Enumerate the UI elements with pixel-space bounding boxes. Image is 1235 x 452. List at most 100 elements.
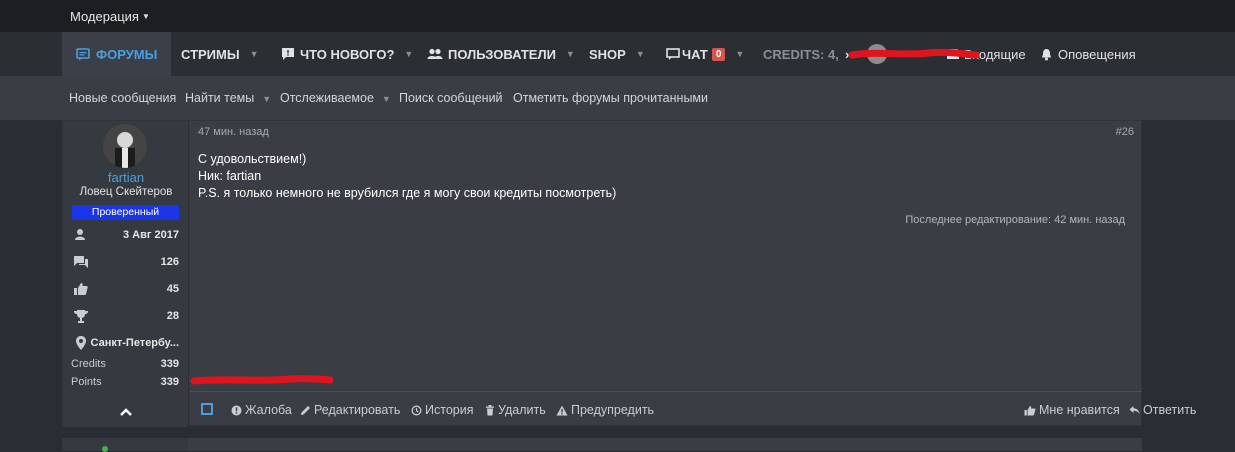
edit-label: Редактировать — [314, 403, 401, 417]
history-icon — [411, 405, 422, 415]
moderation-menu[interactable]: Модерация ▼ — [70, 9, 150, 24]
chevron-down-icon[interactable]: ▼ — [262, 94, 271, 104]
warn-label: Предупредить — [571, 403, 655, 417]
comments-icon — [76, 47, 90, 60]
tab-users-label: ПОЛЬЗОВАТЕЛИ — [448, 46, 556, 62]
tab-forums[interactable]: ФОРУМЫ — [62, 32, 172, 76]
post-time[interactable]: 47 мин. назад — [198, 126, 269, 138]
tab-whats-new-label: ЧТО НОВОГО? — [300, 46, 395, 62]
mark-forums-read-link[interactable]: Отметить форумы прочитанными — [513, 91, 708, 105]
tab-chat-label: ЧАТ — [682, 46, 708, 62]
users-icon — [427, 48, 443, 59]
like-button[interactable]: Мне нравится — [1024, 403, 1120, 417]
post-actions: Жалоба Редактировать История Удалить Пре… — [190, 391, 1196, 427]
tab-credits-label: CREDITS: 4, — [763, 46, 839, 62]
post-message: С удовольствием!) Ник: fartian P.S. я то… — [198, 151, 616, 202]
reply-label: Ответить — [1143, 403, 1197, 417]
delete-button[interactable]: Удалить — [485, 403, 546, 417]
chevron-down-icon[interactable]: ▼ — [382, 94, 391, 104]
points-row: Points 339 — [71, 376, 179, 388]
pencil-icon — [301, 405, 310, 415]
chevron-down-icon[interactable]: ▼ — [250, 49, 259, 59]
edit-button[interactable]: Редактировать — [300, 403, 400, 417]
stat-joined: 3 Авг 2017 — [63, 227, 189, 245]
chevron-up-icon — [120, 408, 132, 416]
bell-icon — [1042, 48, 1051, 60]
report-button[interactable]: Жалоба — [231, 403, 292, 417]
alerts-label: Оповещения — [1058, 46, 1136, 62]
post-user-info: fartian Ловец Скейтеров Проверенный 3 Ав… — [63, 121, 189, 427]
tab-forums-label: ФОРУМЫ — [96, 46, 158, 62]
tab-streams-label: СТРИМЫ — [181, 46, 240, 62]
online-status-icon — [102, 446, 108, 452]
credits-value: 339 — [160, 358, 179, 370]
messages-value: 126 — [160, 256, 179, 268]
moderator-bar: Модерация ▼ — [0, 0, 1235, 32]
stat-likes: 45 — [63, 281, 189, 299]
user-banner: Проверенный — [72, 205, 179, 220]
message-line: С удовольствием!) — [198, 152, 307, 166]
main-navigation: ФОРУМЫ СТРИМЫ ▼ ЧТО НОВОГО? ▼ ПОЛЬЗОВАТЕЛИ… — [0, 32, 1235, 76]
redaction-scribble — [190, 375, 334, 385]
user-title: Ловец Скейтеров — [79, 186, 173, 198]
caret-down-icon: ▼ — [141, 12, 150, 21]
avatar-image — [103, 124, 147, 168]
next-post — [62, 438, 1142, 452]
stat-location: Санкт-Петербу... — [63, 335, 189, 353]
alerts-link[interactable]: Оповещения — [1040, 32, 1136, 76]
chevron-down-icon[interactable]: ▼ — [636, 49, 645, 59]
reply-icon — [1129, 406, 1140, 414]
tab-shop[interactable]: SHOP ▼ — [589, 32, 645, 76]
likes-value: 45 — [166, 283, 179, 295]
last-edited-note: Последнее редактирование: 42 мин. назад — [905, 214, 1125, 226]
tab-chat[interactable]: ЧАТ 0 ▼ — [666, 32, 744, 76]
stat-trophies: 28 — [63, 308, 189, 326]
chat-count-badge: 0 — [711, 47, 726, 61]
joined-value: 3 Авг 2017 — [123, 229, 179, 241]
credits-row: Credits 339 — [71, 358, 179, 370]
thumbs-up-icon — [1024, 405, 1036, 415]
collapse-user-info-button[interactable] — [63, 403, 189, 421]
comments-icon — [74, 256, 88, 268]
reply-button[interactable]: Ответить — [1129, 403, 1196, 417]
avatar[interactable] — [103, 124, 147, 168]
redaction-scribble — [848, 48, 980, 59]
history-button[interactable]: История — [411, 403, 473, 417]
post-number[interactable]: #26 — [1116, 126, 1134, 138]
chevron-down-icon[interactable]: ▼ — [404, 49, 413, 59]
warn-button[interactable]: Предупредить — [556, 403, 654, 417]
chevron-down-icon[interactable]: ▼ — [735, 49, 744, 59]
post-username[interactable]: fartian — [63, 170, 189, 185]
sub-navigation: Новые сообщения Найти темы ▼ Отслеживаемо… — [0, 76, 1235, 120]
report-label: Жалоба — [245, 403, 292, 417]
user-icon — [75, 229, 85, 240]
points-label: Points — [71, 376, 102, 388]
select-post-checkbox[interactable] — [201, 403, 213, 415]
points-value: 339 — [160, 376, 179, 388]
trophy-icon — [74, 310, 88, 323]
tab-credits[interactable]: CREDITS: 4, — [763, 32, 839, 76]
message-line: Ник: fartian — [198, 169, 262, 183]
chevron-down-icon[interactable]: ▼ — [566, 49, 575, 59]
exclamation-circle-icon — [231, 405, 242, 415]
find-threads-label: Найти темы — [185, 91, 255, 105]
find-threads-link[interactable]: Найти темы ▼ — [185, 91, 271, 105]
search-posts-link[interactable]: Поиск сообщений — [399, 91, 503, 105]
moderation-label: Модерация — [70, 9, 139, 24]
history-label: История — [425, 403, 474, 417]
map-marker-icon — [76, 336, 86, 350]
stat-messages: 126 — [63, 254, 189, 272]
delete-label: Удалить — [498, 403, 546, 417]
credits-label: Credits — [71, 358, 106, 370]
chat-icon — [666, 47, 680, 60]
tab-users[interactable]: ПОЛЬЗОВАТЕЛИ ▼ — [427, 32, 575, 76]
tab-whats-new[interactable]: ЧТО НОВОГО? ▼ — [281, 32, 413, 76]
watched-label: Отслеживаемое — [280, 91, 374, 105]
new-posts-link[interactable]: Новые сообщения — [69, 91, 176, 105]
next-post-user-info — [62, 438, 188, 452]
tab-streams[interactable]: СТРИМЫ ▼ — [181, 32, 259, 76]
like-label: Мне нравится — [1039, 403, 1120, 417]
watched-link[interactable]: Отслеживаемое ▼ — [280, 91, 391, 105]
thumbs-up-icon — [74, 283, 88, 295]
tab-shop-label: SHOP — [589, 46, 626, 62]
